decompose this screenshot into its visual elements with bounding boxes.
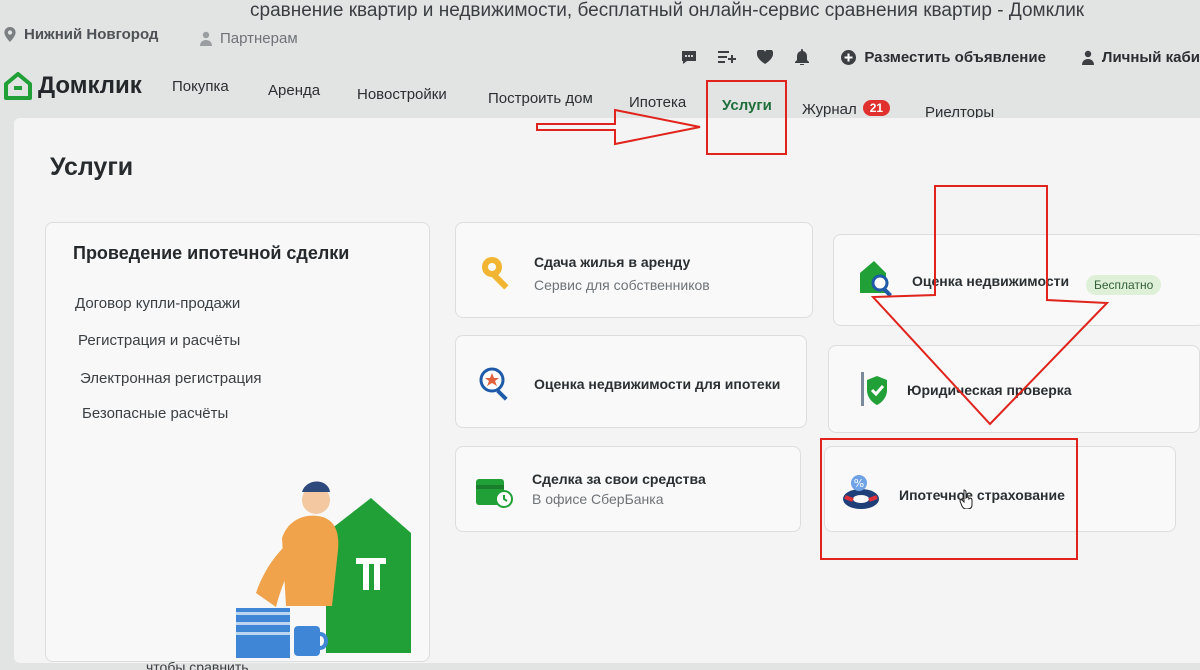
- house-magnifier-icon: [860, 261, 892, 297]
- service-title: Сдача жилья в аренду: [534, 254, 691, 270]
- person-icon: [200, 31, 212, 46]
- service-card-mortgage-valuation[interactable]: Оценка недвижимости для ипотеки: [455, 335, 807, 428]
- key-icon: [482, 257, 509, 290]
- service-card-property-valuation[interactable]: Оценка недвижимости Бесплатно: [833, 234, 1200, 326]
- cabinet-label: Личный каби: [1101, 48, 1200, 66]
- service-card-rent-out[interactable]: Сдача жилья в аренду Сервис для собствен…: [455, 222, 813, 318]
- nav-journal-label: Журнал: [802, 101, 857, 118]
- card-clock-icon: [476, 479, 513, 508]
- location-pin-icon: [4, 27, 16, 42]
- nav-purchase[interactable]: Покупка: [172, 78, 229, 95]
- link-electronic-registration[interactable]: Электронная регистрация: [80, 370, 262, 387]
- service-card-own-funds-deal[interactable]: Сделка за свои средства В офисе СберБанк…: [455, 446, 801, 532]
- nav-new-buildings[interactable]: Новостройки: [357, 86, 447, 103]
- plus-circle-icon: [841, 49, 857, 65]
- highlight-services-tab: [706, 80, 787, 155]
- partners-label: Партнерам: [220, 30, 298, 47]
- link-purchase-agreement[interactable]: Договор купли-продажи: [75, 295, 240, 312]
- nav-mortgage[interactable]: Ипотека: [629, 94, 686, 111]
- house-logo-icon: [4, 72, 32, 100]
- compare-list-icon[interactable]: [708, 44, 746, 70]
- personal-cabinet-link[interactable]: Личный каби: [1081, 48, 1200, 66]
- service-subtitle: Сервис для собственников: [534, 277, 710, 293]
- mortgage-deal-title: Проведение ипотечной сделки: [73, 243, 350, 263]
- journal-count-badge: 21: [862, 100, 891, 116]
- service-title: Сделка за свои средства: [532, 471, 706, 487]
- highlight-insurance-card: [820, 438, 1078, 560]
- nav-rent[interactable]: Аренда: [268, 82, 320, 99]
- bell-icon[interactable]: [784, 44, 822, 70]
- post-ad-button[interactable]: Разместить объявление: [841, 49, 1046, 66]
- header-actions: Разместить объявление Личный каби: [670, 40, 1200, 74]
- nav-build-house[interactable]: Построить дом: [488, 90, 593, 107]
- free-badge: Бесплатно: [1086, 275, 1162, 295]
- city-selector[interactable]: Нижний Новгород: [4, 26, 158, 43]
- link-safe-payments[interactable]: Безопасные расчёты: [82, 405, 228, 422]
- page-title: Услуги: [50, 153, 134, 181]
- post-ad-label: Разместить объявление: [864, 48, 1046, 66]
- service-title: Оценка недвижимости для ипотеки: [534, 376, 781, 392]
- link-registration-payments[interactable]: Регистрация и расчёты: [78, 332, 240, 349]
- heart-icon[interactable]: [746, 44, 784, 70]
- service-subtitle: В офисе СберБанка: [532, 491, 664, 507]
- service-title: Юридическая проверка: [907, 382, 1072, 398]
- shield-check-icon: [861, 372, 887, 406]
- partners-link[interactable]: Партнерам: [200, 30, 298, 47]
- chat-icon[interactable]: [670, 44, 708, 70]
- service-card-legal-check[interactable]: Юридическая проверка: [828, 345, 1200, 433]
- user-icon: [1081, 50, 1094, 65]
- city-label: Нижний Новгород: [24, 26, 159, 43]
- domclick-logo[interactable]: Домклик: [4, 72, 142, 100]
- person-with-house-illustration: [236, 481, 411, 658]
- mortgage-deal-card: [45, 222, 430, 662]
- magnifier-star-icon: [479, 367, 508, 401]
- service-title: Оценка недвижимости: [912, 273, 1070, 289]
- logo-text: Домклик: [38, 72, 142, 99]
- nav-journal[interactable]: Журнал 21: [802, 100, 891, 118]
- footer-partial-text: чтобы сравнить: [146, 659, 249, 670]
